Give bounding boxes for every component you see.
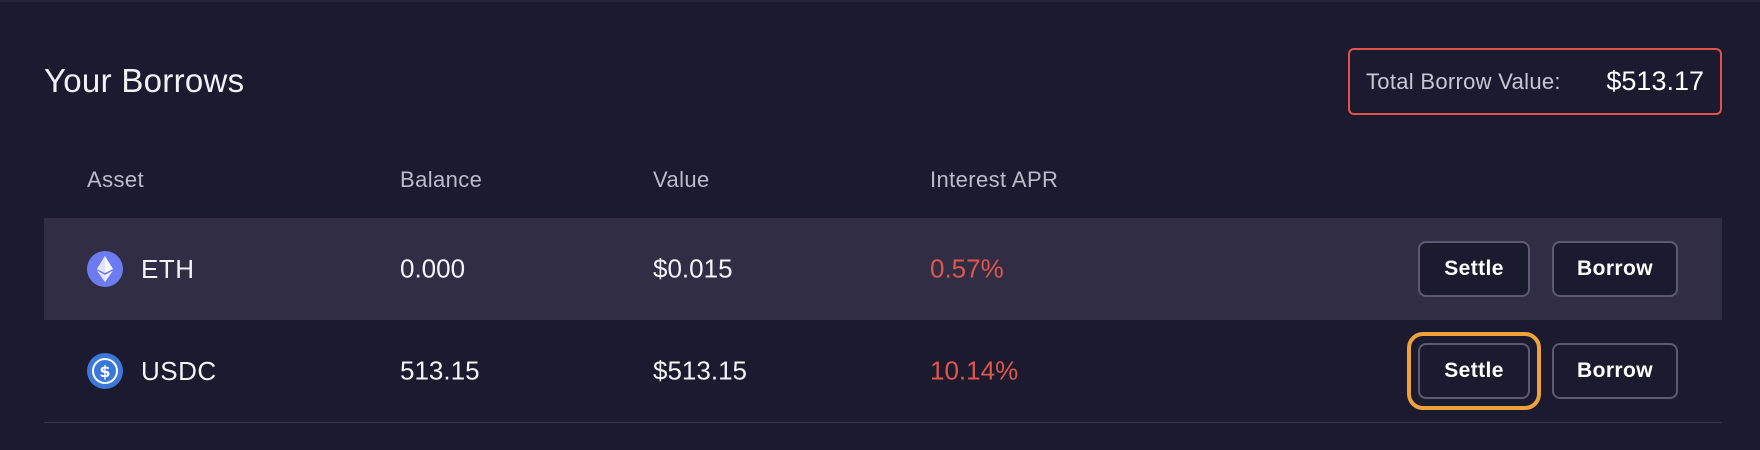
total-borrow-value-box: Total Borrow Value: $513.17 — [1348, 48, 1722, 115]
column-header-asset: Asset — [87, 167, 145, 192]
asset-cell: $ USDC — [87, 353, 217, 389]
borrows-panel: Your Borrows Total Borrow Value: $513.17… — [0, 0, 1760, 450]
column-header-value: Value — [653, 167, 710, 192]
asset-cell: ETH — [87, 251, 195, 287]
balance-cell: 513.15 — [400, 355, 480, 386]
borrow-button[interactable]: Borrow — [1552, 241, 1678, 297]
page-title: Your Borrows — [44, 62, 245, 99]
column-header-interest-apr: Interest APR — [930, 167, 1059, 192]
borrow-button[interactable]: Borrow — [1552, 343, 1678, 399]
settle-button[interactable]: Settle — [1418, 343, 1530, 399]
total-borrow-label: Total Borrow Value: — [1366, 68, 1561, 94]
svg-text:$: $ — [99, 362, 110, 381]
table-row: $ USDC 513.15 $513.15 10.14% Settle Borr… — [44, 320, 1722, 423]
asset-name: ETH — [141, 253, 195, 284]
ethereum-icon — [87, 251, 123, 287]
settle-button[interactable]: Settle — [1418, 241, 1530, 297]
value-cell: $0.015 — [653, 253, 733, 284]
value-cell: $513.15 — [653, 355, 747, 386]
balance-cell: 0.000 — [400, 253, 466, 284]
asset-name: USDC — [141, 355, 217, 386]
apr-cell: 0.57% — [930, 253, 1004, 284]
column-header-balance: Balance — [400, 167, 483, 192]
apr-cell: 10.14% — [930, 355, 1019, 386]
table-row: ETH 0.000 $0.015 0.57% Settle Borrow — [44, 218, 1722, 320]
total-borrow-amount: $513.17 — [1606, 66, 1704, 96]
usdc-icon: $ — [87, 353, 123, 389]
